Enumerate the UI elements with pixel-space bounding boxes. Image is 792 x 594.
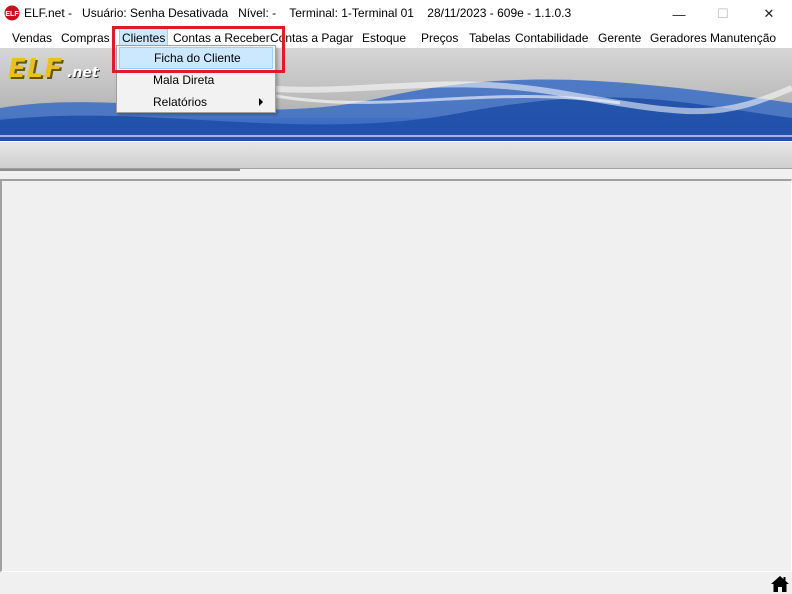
clientes-dropdown-menu: Ficha do Cliente Mala Direta Relatórios [116,45,276,113]
menu-gerente[interactable]: Gerente [596,28,643,48]
elf-app-icon[interactable]: ELF [4,5,20,21]
minimize-button[interactable]: — [656,0,702,28]
status-bar [0,572,792,594]
menu-precos[interactable]: Preços [419,28,460,48]
home-icon[interactable] [770,575,790,593]
menu-item-label: Ficha do Cliente [154,51,241,65]
menu-contabilidade[interactable]: Contabilidade [513,28,590,48]
mdi-workspace [0,179,792,572]
menu-vendas[interactable]: Vendas [10,28,54,48]
menu-item-mala-direta[interactable]: Mala Direta [119,69,273,91]
menu-item-label: Mala Direta [153,73,215,87]
menu-compras[interactable]: Compras [59,28,112,48]
close-button[interactable]: ✕ [746,0,792,28]
window-title: ELF.net - Usuário: Senha Desativada Níve… [24,6,572,20]
menu-manutencao[interactable]: Manutenção [708,28,778,48]
menu-geradores[interactable]: Geradores [648,28,709,48]
close-icon: ✕ [763,6,775,21]
menu-item-ficha-do-cliente[interactable]: Ficha do Cliente [119,47,273,69]
logo-main-text: ELF [8,54,64,84]
maximize-icon: ☐ [717,6,729,21]
maximize-button[interactable]: ☐ [700,0,746,28]
toolbar-strip [0,141,792,169]
minimize-icon: — [672,6,686,22]
logo-suffix-text: .net [67,65,99,81]
menu-item-label: Relatórios [153,95,208,109]
svg-text:ELF: ELF [5,11,19,18]
elf-logo: ELF .net [8,54,99,84]
menu-tabelas[interactable]: Tabelas [467,28,512,48]
menu-contas-a-pagar[interactable]: Contas a Pagar [268,28,355,48]
submenu-arrow-icon [259,98,263,106]
title-bar: ELF ELF.net - Usuário: Senha Desativada … [0,0,792,28]
menu-estoque[interactable]: Estoque [360,28,408,48]
menu-item-relatorios[interactable]: Relatórios [119,91,273,113]
toolbar-divider [0,169,240,171]
